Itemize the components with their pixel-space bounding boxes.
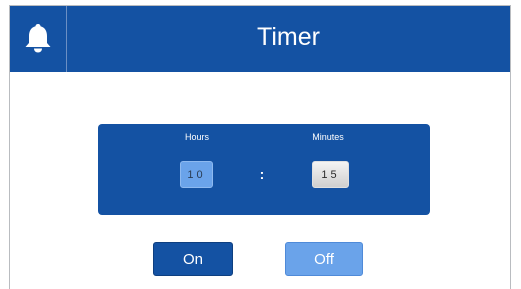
off-button[interactable]: Off xyxy=(285,242,363,276)
page-title: Timer xyxy=(257,23,320,51)
minutes-field[interactable]: 15 xyxy=(312,161,349,188)
time-separator: : xyxy=(259,166,265,182)
time-settings-panel: Hours Minutes 10 : 15 xyxy=(98,124,430,215)
on-button[interactable]: On xyxy=(153,242,233,276)
header-bar: Timer xyxy=(10,6,510,72)
bell-button[interactable] xyxy=(10,6,67,72)
bell-icon xyxy=(25,24,51,53)
hours-label: Hours xyxy=(184,132,209,142)
timer-screen: Timer Hours Minutes 10 : 15 On Off xyxy=(9,5,511,289)
minutes-label: Minutes xyxy=(312,132,344,142)
hours-field[interactable]: 10 xyxy=(180,161,213,188)
